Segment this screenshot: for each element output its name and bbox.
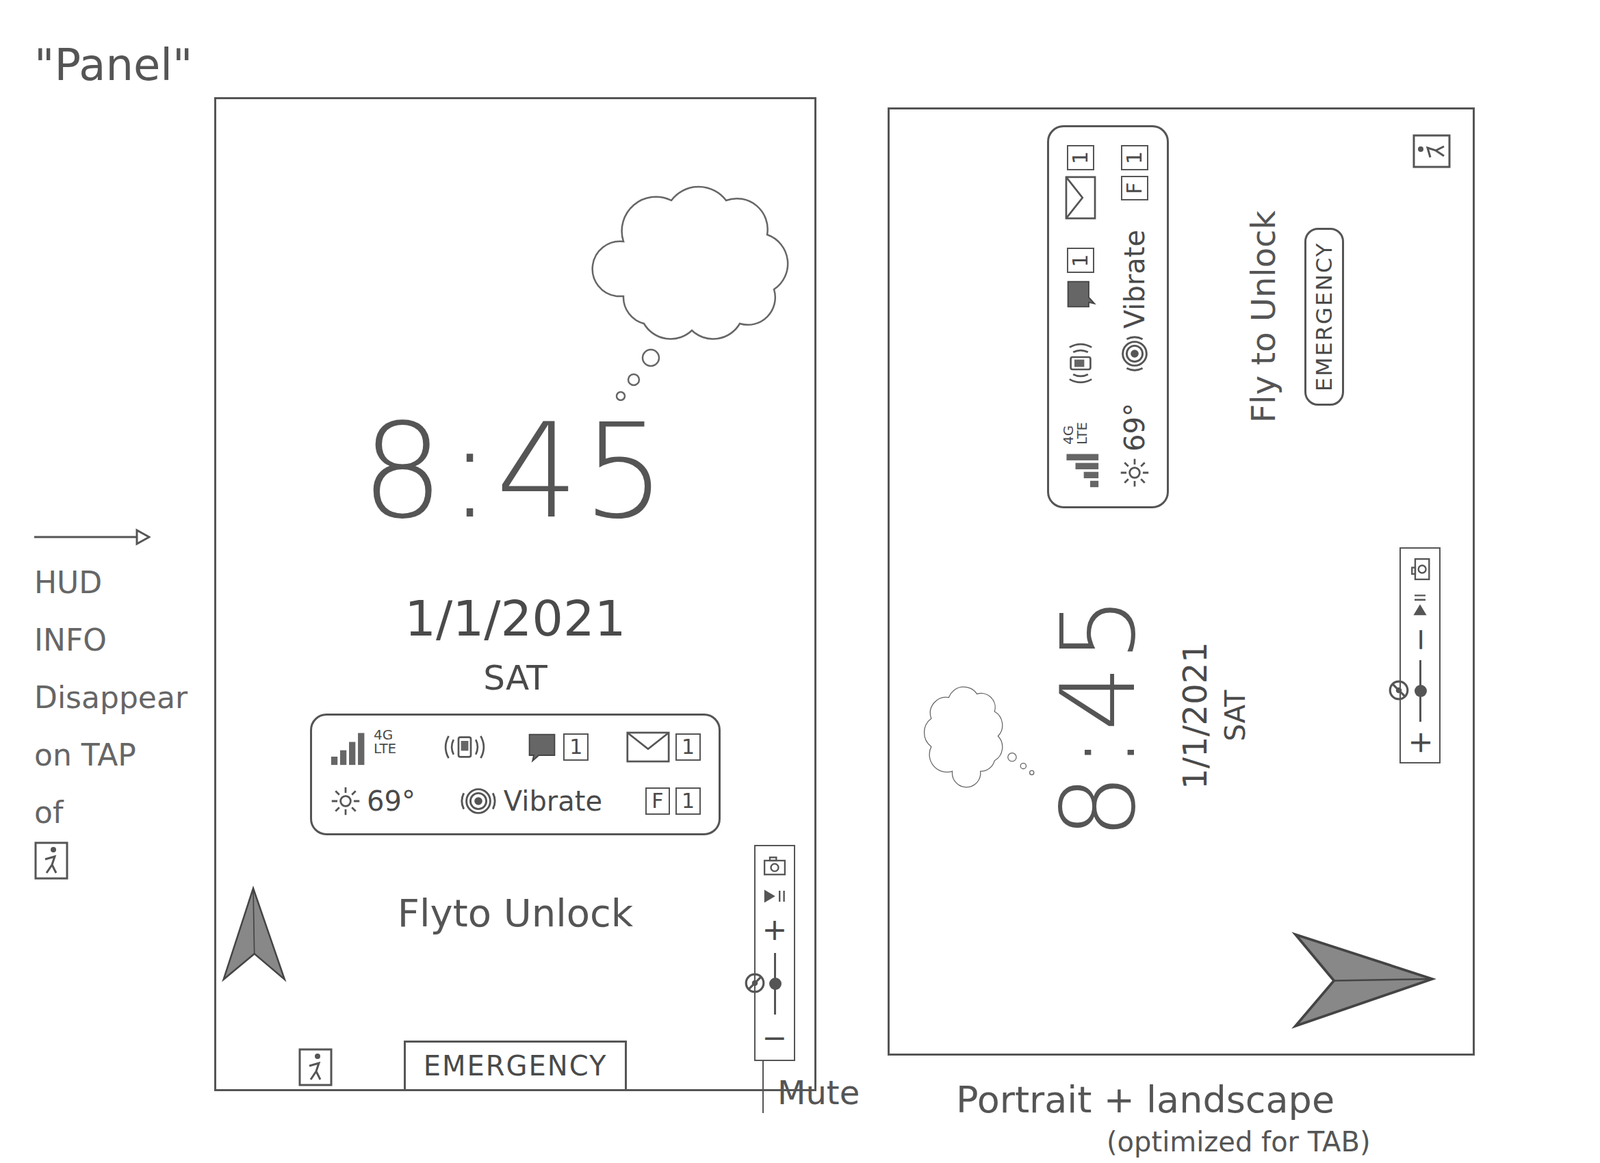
weekday: SAT bbox=[483, 659, 548, 698]
annotation-line: Disappear bbox=[34, 669, 215, 727]
landscape-screen: 8:451/1/2021SAT+−4G LTE1169°VibrateF1Fly… bbox=[887, 107, 1475, 1056]
play-pause-icon[interactable] bbox=[1409, 591, 1431, 619]
paper-plane-icon[interactable] bbox=[218, 879, 288, 989]
sun-icon bbox=[1118, 457, 1151, 489]
bottom-bar: EMERGENCY bbox=[216, 1040, 815, 1090]
hud-panel: 4G LTE1169°VibrateF1 bbox=[1047, 125, 1169, 509]
network-type: 4G LTE bbox=[1061, 416, 1089, 445]
ring-icon bbox=[458, 781, 499, 822]
play-pause-icon[interactable] bbox=[760, 886, 789, 907]
clock-group: 8:45 1/1/2021SAT bbox=[889, 572, 1251, 860]
annotation-line: on TAP bbox=[34, 726, 215, 785]
accessibility-icon[interactable] bbox=[1412, 134, 1451, 169]
hud-row: 4G LTE 1 1 bbox=[1061, 145, 1100, 489]
arrow-icon bbox=[34, 526, 151, 548]
network-type: 4G LTE bbox=[373, 728, 403, 756]
badge-status: F1 bbox=[645, 787, 701, 816]
sun-icon bbox=[329, 785, 362, 818]
weather-status: 69° bbox=[1118, 403, 1152, 489]
mute-icon[interactable] bbox=[743, 972, 766, 995]
caption: Portrait + landscape bbox=[887, 1076, 1475, 1125]
landscape-content: 8:451/1/2021SAT+−4G LTE1169°VibrateF1Fly… bbox=[889, 109, 1477, 1058]
volume-knob[interactable] bbox=[1414, 685, 1427, 698]
network-status: 4G LTE bbox=[329, 728, 403, 767]
temperature: 69° bbox=[1118, 403, 1152, 452]
badge-count: 1 bbox=[675, 787, 701, 816]
landscape-column: 8:451/1/2021SAT+−4G LTE1169°VibrateF1Fly… bbox=[887, 0, 1475, 1163]
message-icon bbox=[1064, 278, 1097, 311]
volume-knob[interactable] bbox=[769, 977, 782, 991]
email-count: 1 bbox=[1066, 145, 1095, 171]
unlock-hint: Fly to Unlock bbox=[1244, 210, 1284, 424]
signal-icon bbox=[1061, 450, 1100, 489]
signal-icon bbox=[329, 728, 369, 767]
email-status: 1 bbox=[626, 731, 701, 764]
annotation: HUDINFODisappearon TAPof bbox=[34, 554, 215, 881]
hud-row: 69°VibrateF1 bbox=[1114, 145, 1155, 489]
ring-mode: Vibrate bbox=[503, 784, 603, 818]
cloud-icon bbox=[575, 159, 809, 413]
email-status: 1 bbox=[1064, 145, 1097, 220]
message-count: 1 bbox=[563, 733, 589, 761]
badge-count: 1 bbox=[1120, 145, 1149, 171]
volume-down-button[interactable]: − bbox=[762, 1023, 788, 1054]
volume-track[interactable] bbox=[773, 953, 777, 1015]
volume-up-button[interactable]: + bbox=[1404, 730, 1436, 756]
ring-icon bbox=[1114, 333, 1155, 374]
caption-note: (optimized for TAB) bbox=[887, 1124, 1475, 1160]
date: 1/1/2021 bbox=[404, 591, 626, 647]
landscape-left: 8:451/1/2021SAT+− bbox=[889, 524, 1477, 1058]
volume-control: +− bbox=[1399, 547, 1441, 764]
badge-status: F1 bbox=[1120, 145, 1149, 201]
weather-status: 69° bbox=[329, 784, 416, 818]
annotation-line: INFO bbox=[34, 611, 215, 670]
messages-status: 1 bbox=[1064, 247, 1097, 311]
clock: 8:45 bbox=[361, 407, 670, 538]
volume-track[interactable] bbox=[1419, 660, 1422, 722]
mute-label: Mute bbox=[762, 1060, 860, 1114]
ring-mode-status: Vibrate bbox=[458, 781, 603, 822]
annotation-line: HUD bbox=[34, 554, 215, 612]
volume-up-button[interactable]: + bbox=[762, 914, 788, 946]
messages-status: 1 bbox=[526, 731, 589, 764]
vibrate-phone-icon bbox=[1062, 338, 1100, 389]
ring-mode-status: Vibrate bbox=[1114, 229, 1155, 374]
portrait-screen: 8:451/1/2021SAT4G LTE1169°VibrateF1Flyto… bbox=[214, 97, 817, 1092]
notes-column: "Panel" HUDINFODisappearon TAPof bbox=[0, 0, 215, 1163]
camera-icon[interactable] bbox=[760, 853, 789, 879]
hud-row: 69° Vibrate F1 bbox=[329, 781, 701, 822]
accessibility-icon[interactable] bbox=[298, 1048, 333, 1087]
envelope-icon bbox=[626, 731, 670, 764]
vibrate-phone-icon bbox=[440, 728, 490, 766]
date: 1/1/2021 bbox=[1177, 641, 1214, 790]
network-status: 4G LTE bbox=[1061, 416, 1100, 489]
mute-icon[interactable] bbox=[1387, 679, 1410, 702]
camera-icon[interactable] bbox=[1407, 555, 1433, 584]
weekday: SAT bbox=[1220, 690, 1251, 742]
email-count: 1 bbox=[675, 733, 701, 761]
hud-panel: 4G LTE1169°VibrateF1 bbox=[310, 713, 721, 836]
hud-row: 4G LTE 1 1 bbox=[329, 728, 701, 767]
landscape-right: 4G LTE1169°VibrateF1Fly to UnlockEMERGEN… bbox=[889, 109, 1477, 525]
volume-control: +−Mute bbox=[754, 845, 796, 1062]
sketch-title: "Panel" bbox=[34, 41, 215, 89]
message-icon bbox=[526, 731, 558, 764]
badge: F bbox=[1120, 175, 1149, 201]
accessibility-icon bbox=[34, 841, 69, 881]
paper-plane-icon[interactable] bbox=[1285, 927, 1443, 1031]
emergency-button[interactable]: EMERGENCY bbox=[1304, 227, 1345, 407]
ring-mode: Vibrate bbox=[1118, 229, 1152, 329]
message-count: 1 bbox=[1066, 247, 1095, 274]
emergency-button[interactable]: EMERGENCY bbox=[403, 1040, 628, 1090]
badge: F bbox=[645, 787, 670, 816]
volume-down-button[interactable]: − bbox=[1404, 626, 1436, 653]
annotation-line: of bbox=[34, 784, 215, 842]
unlock-hint: Flyto Unlock bbox=[397, 890, 634, 937]
cloud-icon bbox=[910, 657, 1041, 816]
temperature: 69° bbox=[366, 784, 416, 818]
clock: 8:45 bbox=[1047, 592, 1150, 840]
envelope-icon bbox=[1064, 175, 1097, 220]
